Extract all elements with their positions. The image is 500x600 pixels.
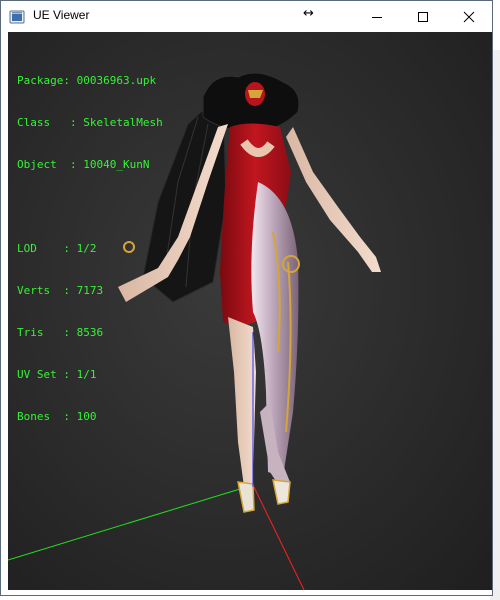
ue-viewer-window: UE Viewer ↔ Package: 00036963.upk Class … xyxy=(0,0,493,596)
maximize-button[interactable] xyxy=(400,1,446,32)
mesh-info-overlay: Package: 00036963.upk Class : SkeletalMe… xyxy=(17,46,163,452)
package-info: Package: 00036963.upk xyxy=(17,74,157,87)
uvset-info: UV Set : 1/1 xyxy=(17,368,97,381)
render-viewport[interactable]: Package: 00036963.upk Class : SkeletalMe… xyxy=(8,32,492,590)
title-bar[interactable]: UE Viewer ↔ xyxy=(1,1,492,32)
maximize-icon xyxy=(418,11,428,22)
window-title: UE Viewer xyxy=(33,8,90,22)
minimize-button[interactable] xyxy=(354,1,400,32)
close-button[interactable] xyxy=(446,1,492,32)
lod-info: LOD : 1/2 xyxy=(17,242,97,255)
tris-info: Tris : 8536 xyxy=(17,326,104,339)
minimize-icon xyxy=(372,16,382,18)
object-info: Object : 10040_KunN xyxy=(17,158,150,171)
class-info: Class : SkeletalMesh xyxy=(17,116,163,129)
verts-info: Verts : 7173 xyxy=(17,284,104,297)
close-icon xyxy=(463,11,475,22)
resize-cursor-icon: ↔ xyxy=(303,6,314,21)
app-icon xyxy=(9,10,25,24)
bones-info: Bones : 100 xyxy=(17,410,97,423)
overlay-spacer xyxy=(17,200,163,214)
